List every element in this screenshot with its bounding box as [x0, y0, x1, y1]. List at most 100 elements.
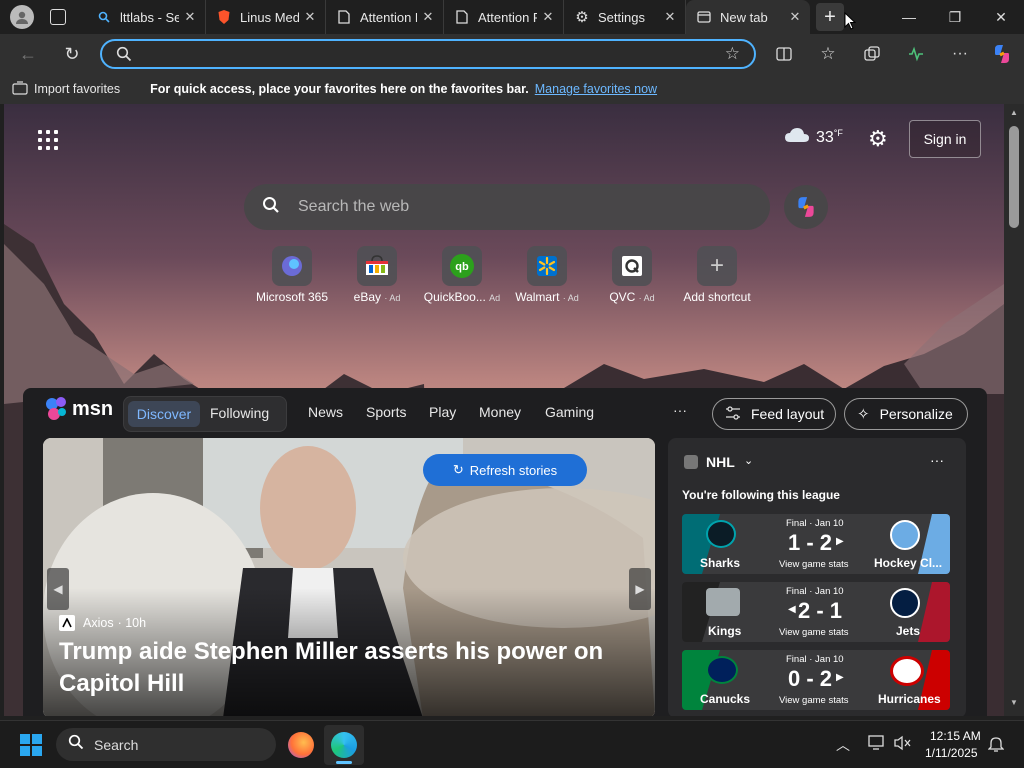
profile-avatar[interactable] [10, 5, 34, 29]
shortcut-add[interactable]: + Add shortcut [674, 246, 760, 304]
ad-badge: · Ad [638, 293, 655, 303]
nav-play[interactable]: Play [429, 404, 456, 420]
winner-arrow-icon: ◀ [788, 604, 796, 615]
tab-attention-1[interactable]: Attention F ✕ [326, 0, 444, 34]
scroll-up-arrow-icon[interactable]: ▲ [1010, 108, 1018, 117]
nav-sports[interactable]: Sports [366, 404, 406, 420]
away-team: Jets [896, 624, 921, 638]
nhl-more-button[interactable]: ··· [930, 452, 944, 468]
search-icon [68, 734, 84, 755]
game-status: Final · Jan 10 [786, 654, 844, 665]
volume-muted-icon[interactable] [894, 735, 912, 756]
back-button[interactable]: ← [12, 38, 44, 70]
canucks-logo-icon [706, 656, 738, 684]
hero-story-card[interactable]: ↻ Refresh stories ◀ ▶ Axios · 10h Trump … [43, 438, 655, 716]
nav-news[interactable]: News [308, 404, 343, 420]
close-window-button[interactable]: ✕ [978, 0, 1024, 34]
apps-launcher-icon[interactable] [38, 130, 58, 150]
refresh-stories-button[interactable]: ↻ Refresh stories [423, 454, 587, 486]
favorites-icon[interactable]: ☆ [812, 38, 844, 70]
tab-close-icon[interactable]: ✕ [299, 9, 321, 25]
taskbar: Search ︿ 12:15 AM 1/11/2025 [0, 720, 1024, 768]
address-bar[interactable]: ☆ [100, 39, 756, 69]
copilot-search-button[interactable] [784, 185, 828, 229]
tab-actions-icon[interactable] [50, 9, 66, 25]
tab-settings[interactable]: ⚙ Settings ✕ [564, 0, 686, 34]
weather-unit: °F [833, 128, 843, 138]
nhl-title[interactable]: NHL [706, 454, 735, 470]
weather-widget[interactable]: 33 °F [784, 126, 843, 149]
tab-new-tab[interactable]: New tab ✕ [686, 0, 810, 34]
hero-next-button[interactable]: ▶ [629, 568, 651, 610]
discover-tab[interactable]: Discover [128, 401, 200, 427]
tab-linus-media[interactable]: Linus Medi ✕ [206, 0, 326, 34]
shortcut-walmart[interactable]: Walmart · Ad [504, 246, 590, 304]
minimize-button[interactable]: ― [886, 0, 932, 34]
tab-close-icon[interactable]: ✕ [417, 9, 439, 25]
shortcut-quickbooks[interactable]: qb QuickBoo... Ad [419, 246, 505, 304]
tab-close-icon[interactable]: ✕ [537, 9, 559, 25]
ebay-icon [357, 246, 397, 286]
edge-taskbar-button[interactable] [324, 725, 364, 765]
clock-date[interactable]: 1/11/2025 [925, 746, 978, 760]
m365-icon [272, 246, 312, 286]
game-row[interactable]: Canucks Final · Jan 10 0 - 2 ▶ View game… [682, 650, 950, 710]
view-game-stats-link[interactable]: View game stats [779, 559, 849, 570]
notification-bell-icon[interactable] [987, 735, 1005, 758]
tab-close-icon[interactable]: ✕ [784, 9, 806, 25]
nav-money[interactable]: Money [479, 404, 521, 420]
new-tab-button[interactable]: + [816, 3, 844, 31]
feed-layout-button[interactable]: Feed layout [712, 398, 836, 430]
scroll-down-arrow-icon[interactable]: ▼ [1010, 698, 1018, 707]
page-settings-icon[interactable]: ⚙ [868, 126, 888, 152]
shortcut-qvc[interactable]: QVC · Ad [589, 246, 675, 304]
import-favorites-icon[interactable] [12, 80, 28, 98]
hurricanes-logo-icon [890, 656, 924, 686]
network-icon[interactable] [868, 735, 886, 756]
collections-icon[interactable] [856, 38, 888, 70]
game-row[interactable]: Kings Final · Jan 10 ◀ 2 - 1 View game s… [682, 582, 950, 642]
view-game-stats-link[interactable]: View game stats [779, 695, 849, 706]
tab-lttlabs[interactable]: lttlabs - Se ✕ [86, 0, 206, 34]
more-menu-icon[interactable]: ··· [944, 38, 976, 70]
sign-in-button[interactable]: Sign in [909, 120, 981, 158]
import-favorites-button[interactable]: Import favorites [34, 82, 120, 96]
chevron-up-icon[interactable]: ︿ [836, 735, 850, 755]
refresh-button[interactable]: ↻ [56, 38, 88, 70]
browser-essentials-icon[interactable] [900, 38, 932, 70]
axios-logo-icon [59, 615, 75, 631]
tab-attention-2[interactable]: Attention F ✕ [444, 0, 564, 34]
msn-logo[interactable]: msn [45, 396, 113, 422]
personalize-button[interactable]: ✧ Personalize [844, 398, 968, 430]
nav-more-button[interactable]: ··· [673, 402, 687, 418]
split-screen-icon[interactable] [768, 38, 800, 70]
story-source[interactable]: Axios · 10h [59, 615, 146, 631]
scrollbar-thumb[interactable] [1009, 126, 1019, 228]
story-headline[interactable]: Trump aide Stephen Miller asserts his po… [59, 636, 619, 700]
shortcut-label: QVC [609, 290, 636, 304]
shortcut-label: eBay [353, 290, 381, 304]
firefox-icon[interactable] [288, 732, 314, 758]
restore-button[interactable]: ❐ [932, 0, 978, 34]
web-search-box[interactable]: Search the web [244, 184, 770, 230]
tab-title: Settings [598, 9, 645, 25]
clock-time[interactable]: 12:15 AM [930, 729, 981, 743]
following-tab[interactable]: Following [210, 405, 269, 421]
windows-start-icon[interactable] [20, 734, 42, 756]
nav-gaming[interactable]: Gaming [545, 404, 594, 420]
taskbar-search-box[interactable]: Search [56, 728, 276, 761]
tab-close-icon[interactable]: ✕ [179, 9, 201, 25]
favorite-star-icon[interactable]: ☆ [725, 44, 740, 64]
game-row[interactable]: Sharks Final · Jan 10 1 - 2 ▶ View game … [682, 514, 950, 574]
copilot-icon[interactable] [986, 38, 1018, 70]
shortcut-microsoft365[interactable]: Microsoft 365 [249, 246, 335, 304]
hero-prev-button[interactable]: ◀ [47, 568, 69, 610]
page-scrollbar[interactable]: ▲ ▼ [1004, 104, 1024, 716]
view-game-stats-link[interactable]: View game stats [779, 627, 849, 638]
favorites-bar-message: For quick access, place your favorites h… [150, 82, 529, 96]
winner-arrow-icon: ▶ [836, 536, 844, 547]
tab-close-icon[interactable]: ✕ [659, 9, 681, 25]
shortcut-ebay[interactable]: eBay · Ad [334, 246, 420, 304]
chevron-down-icon[interactable]: ⌄ [744, 454, 753, 467]
manage-favorites-link[interactable]: Manage favorites now [535, 82, 657, 96]
